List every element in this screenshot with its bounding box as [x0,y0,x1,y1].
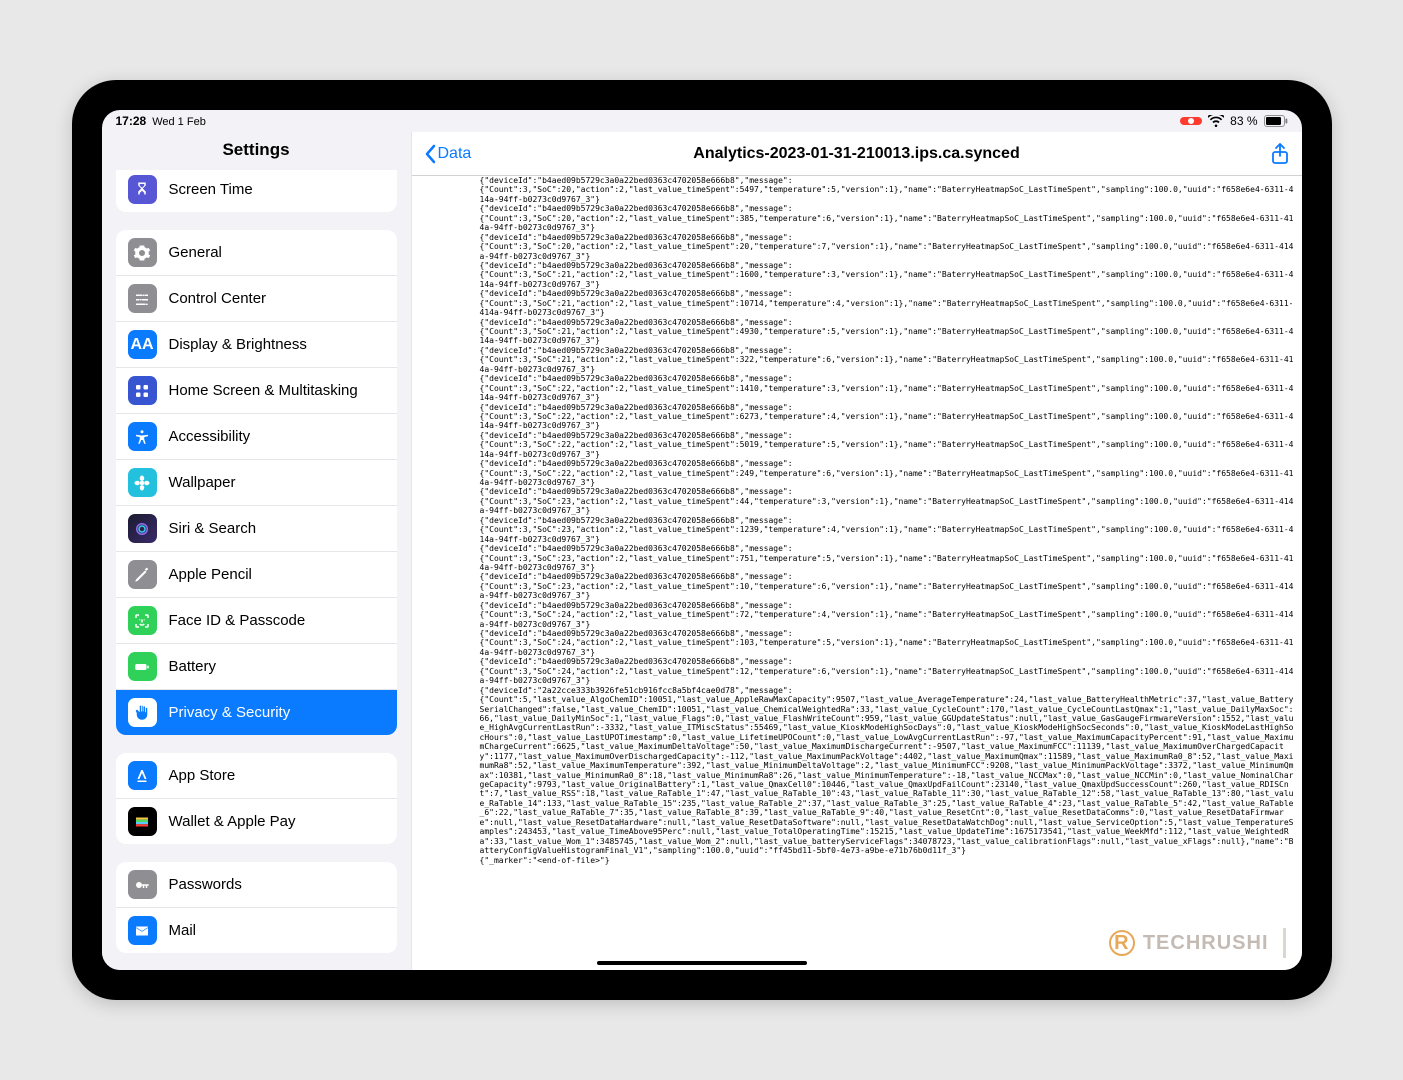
watermark-divider [1283,928,1286,958]
back-button[interactable]: Data [424,144,472,164]
sidebar-item-label: Apple Pencil [169,566,252,583]
appstore-icon [128,761,157,790]
log-content: {"deviceId":"b4aed09b5729c3a0a22bed0363c… [480,176,1294,865]
hand-icon [128,698,157,727]
sidebar-item-wallet[interactable]: Wallet & Apple Pay [116,798,397,844]
sliders-icon [128,284,157,313]
status-bar: 17:28 Wed 1 Feb 83 % [102,110,1302,132]
share-button[interactable] [1270,142,1290,166]
sidebar-item-label: Siri & Search [169,520,257,537]
sidebar-item-label: Home Screen & Multitasking [169,382,358,399]
battery-percent: 83 % [1230,114,1257,128]
sidebar-item-label: Privacy & Security [169,704,291,721]
status-date: Wed 1 Feb [152,116,206,128]
sidebar-item-privacy[interactable]: Privacy & Security [116,689,397,735]
sidebar-group-accounts: Passwords Mail [116,862,397,953]
sidebar-item-wallpaper[interactable]: Wallpaper [116,459,397,505]
sidebar-item-label: Face ID & Passcode [169,612,306,629]
sidebar-item-general[interactable]: General [116,230,397,275]
siri-icon [128,514,157,543]
sidebar-item-label: Passwords [169,876,242,893]
sidebar-item-home-screen[interactable]: Home Screen & Multitasking [116,367,397,413]
page-title: Analytics-2023-01-31-210013.ips.ca.synce… [693,145,1019,163]
sidebar-item-label: Screen Time [169,181,253,198]
sidebar-item-label: Control Center [169,290,267,307]
flower-icon [128,468,157,497]
screen-recording-pill[interactable] [1180,117,1202,125]
sidebar-item-label: Wallpaper [169,474,236,491]
sidebar-item-accessibility[interactable]: Accessibility [116,413,397,459]
sidebar-item-label: Mail [169,922,197,939]
sidebar-group-store: App Store Wallet & Apple Pay [116,753,397,844]
sidebar-scroll[interactable]: Focus Screen Time [102,170,411,970]
watermark: R TECHRUSHI [1109,928,1286,958]
sidebar-item-passwords[interactable]: Passwords [116,862,397,907]
sidebar-item-appstore[interactable]: App Store [116,753,397,798]
log-scroll[interactable]: {"deviceId":"b4aed09b5729c3a0a22bed0363c… [412,176,1302,970]
sidebar-item-label: Accessibility [169,428,251,445]
sidebar-group-focus: Focus Screen Time [116,170,397,212]
sidebar-item-screentime[interactable]: Screen Time [116,170,397,212]
mail-icon [128,916,157,945]
hourglass-icon [128,175,157,204]
wallet-icon [128,807,157,836]
sidebar-title: Settings [102,132,411,170]
sidebar-item-mail[interactable]: Mail [116,907,397,953]
watermark-logo-icon: R [1109,930,1135,956]
content-pane: Data Analytics-2023-01-31-210013.ips.ca.… [412,132,1302,970]
wifi-icon [1208,115,1224,127]
key-icon [128,870,157,899]
ipad-frame: 17:28 Wed 1 Feb 83 % Settings [72,80,1332,1000]
sidebar-item-pencil[interactable]: Apple Pencil [116,551,397,597]
chevron-left-icon [424,144,436,164]
sidebar-item-display[interactable]: AA Display & Brightness [116,321,397,367]
sidebar-group-general: General Control Center AA Display & Brig… [116,230,397,735]
home-indicator[interactable] [597,961,807,965]
sidebar-item-label: App Store [169,767,236,784]
accessibility-icon [128,422,157,451]
gear-icon [128,238,157,267]
sidebar-item-battery[interactable]: Battery [116,643,397,689]
sidebar-item-label: Display & Brightness [169,336,307,353]
status-time: 17:28 [116,114,147,128]
pencil-icon [128,560,157,589]
sidebar-item-siri[interactable]: Siri & Search [116,505,397,551]
screen: 17:28 Wed 1 Feb 83 % Settings [102,110,1302,970]
sidebar-item-label: Battery [169,658,217,675]
watermark-text: TECHRUSHI [1143,932,1269,955]
battery-icon [128,652,157,681]
back-label: Data [438,145,472,163]
battery-icon [1264,115,1288,127]
record-dot-icon [1188,118,1194,124]
sidebar-item-faceid[interactable]: Face ID & Passcode [116,597,397,643]
content-header: Data Analytics-2023-01-31-210013.ips.ca.… [412,132,1302,176]
sidebar-item-label: Wallet & Apple Pay [169,813,296,830]
faceid-icon [128,606,157,635]
sidebar-item-control-center[interactable]: Control Center [116,275,397,321]
text-size-icon: AA [128,330,157,359]
sidebar-item-label: General [169,244,222,261]
grid-icon [128,376,157,405]
settings-sidebar: Settings Focus Scr [102,132,412,970]
